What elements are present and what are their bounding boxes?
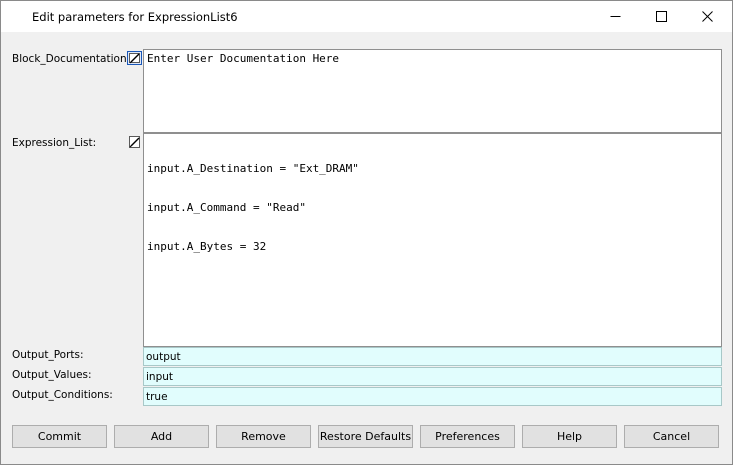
maximize-icon [655,11,667,22]
output-values-label: Output_Values: [12,369,92,381]
help-button[interactable]: Help [522,425,617,448]
expression-line: input.A_Destination = "Ext_DRAM" [147,162,359,175]
output-ports-label: Output_Ports: [12,349,84,361]
add-button[interactable]: Add [114,425,209,448]
output-conditions-field[interactable]: true [143,387,722,406]
edit-document-icon[interactable] [127,51,142,65]
close-icon [701,11,713,22]
output-conditions-label: Output_Conditions: [12,389,113,401]
preferences-button[interactable]: Preferences [420,425,515,448]
commit-button[interactable]: Commit [12,425,107,448]
output-ports-field[interactable]: output [143,347,722,366]
expression-list-textarea[interactable]: input.A_Destination = "Ext_DRAM" input.A… [143,133,722,347]
maximize-button[interactable] [638,1,684,32]
remove-button[interactable]: Remove [216,425,311,448]
window-title: Edit parameters for ExpressionList6 [32,10,238,24]
expression-list-label: Expression_List: [12,137,97,149]
block-documentation-label: Block_Documentation: [12,53,131,65]
output-values-field[interactable]: input [143,367,722,386]
close-button[interactable] [684,1,730,32]
restore-defaults-button[interactable]: Restore Defaults [318,425,413,448]
title-bar[interactable]: Edit parameters for ExpressionList6 [1,1,732,32]
expression-line: input.A_Bytes = 32 [147,240,267,253]
expression-line: input.A_Command = "Read" [147,201,306,214]
cancel-button[interactable]: Cancel [624,425,719,448]
minimize-button[interactable] [592,1,638,32]
dialog-window: Edit parameters for ExpressionList6 Bloc… [0,0,733,465]
edit-document-icon[interactable] [127,135,142,149]
minimize-icon [610,16,620,17]
block-documentation-textarea[interactable]: Enter User Documentation Here [143,49,722,133]
